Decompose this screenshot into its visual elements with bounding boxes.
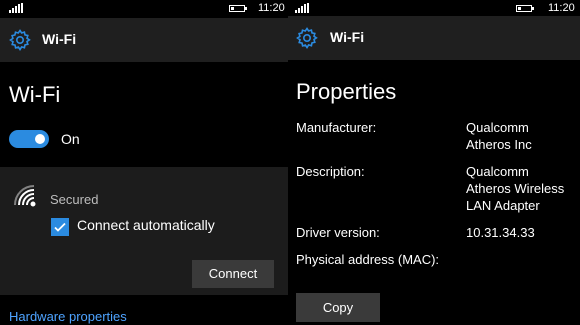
status-time: 11:20: [548, 2, 575, 14]
battery-icon: [516, 5, 534, 12]
status-bar: 11:20: [288, 0, 580, 16]
wifi-toggle[interactable]: [9, 130, 49, 148]
connect-automatically-checkbox[interactable]: [51, 218, 69, 236]
page-title: Wi-Fi: [9, 82, 61, 107]
wifi-icon: [14, 185, 36, 207]
property-value-driver-version: 10.31.34.33: [466, 225, 535, 240]
header-title: Wi-Fi: [42, 31, 77, 47]
network-security: Secured: [50, 192, 99, 207]
gear-icon[interactable]: [8, 28, 32, 52]
gear-icon[interactable]: [295, 26, 319, 50]
property-value-description: Qualcomm Atheros Wireless LAN Adapter: [466, 163, 576, 214]
status-bar: 11:20: [0, 0, 288, 16]
hardware-properties-link[interactable]: Hardware properties: [9, 309, 127, 324]
connect-button[interactable]: Connect: [192, 260, 274, 288]
wifi-toggle-label: On: [61, 131, 80, 147]
property-label-manufacturer: Manufacturer:: [296, 120, 377, 135]
app-header: Wi-Fi: [288, 16, 580, 60]
app-header: Wi-Fi: [0, 18, 288, 62]
wifi-settings-screen: 11:20 Wi-Fi Wi-Fi On Secured Connect aut…: [0, 0, 288, 325]
connect-automatically-label[interactable]: Connect automatically: [77, 217, 215, 233]
status-time: 11:20: [258, 2, 285, 14]
property-value-manufacturer: Qualcomm Atheros Inc: [466, 119, 576, 153]
signal-strength-icon: [295, 3, 309, 13]
toggle-knob: [35, 134, 45, 144]
header-title: Wi-Fi: [330, 29, 365, 45]
copy-button[interactable]: Copy: [296, 293, 380, 322]
checkmark-icon: [54, 222, 66, 232]
properties-screen: 11:20 Wi-Fi Properties Manufacturer: Qua…: [288, 0, 580, 325]
property-label-description: Description:: [296, 164, 365, 179]
property-label-mac: Physical address (MAC):: [296, 252, 440, 267]
page-title: Properties: [296, 79, 397, 104]
value-line: Qualcomm Atheros Wireless LAN Adapter: [466, 164, 565, 213]
battery-icon: [229, 5, 247, 12]
value-line: Qualcomm Atheros Inc: [466, 120, 532, 152]
property-label-driver-version: Driver version:: [296, 225, 380, 240]
network-item[interactable]: Secured Connect automatically Connect: [0, 167, 288, 295]
signal-strength-icon: [9, 3, 23, 13]
screenshot: 11:20 Wi-Fi Wi-Fi On Secured Connect aut…: [0, 0, 580, 325]
